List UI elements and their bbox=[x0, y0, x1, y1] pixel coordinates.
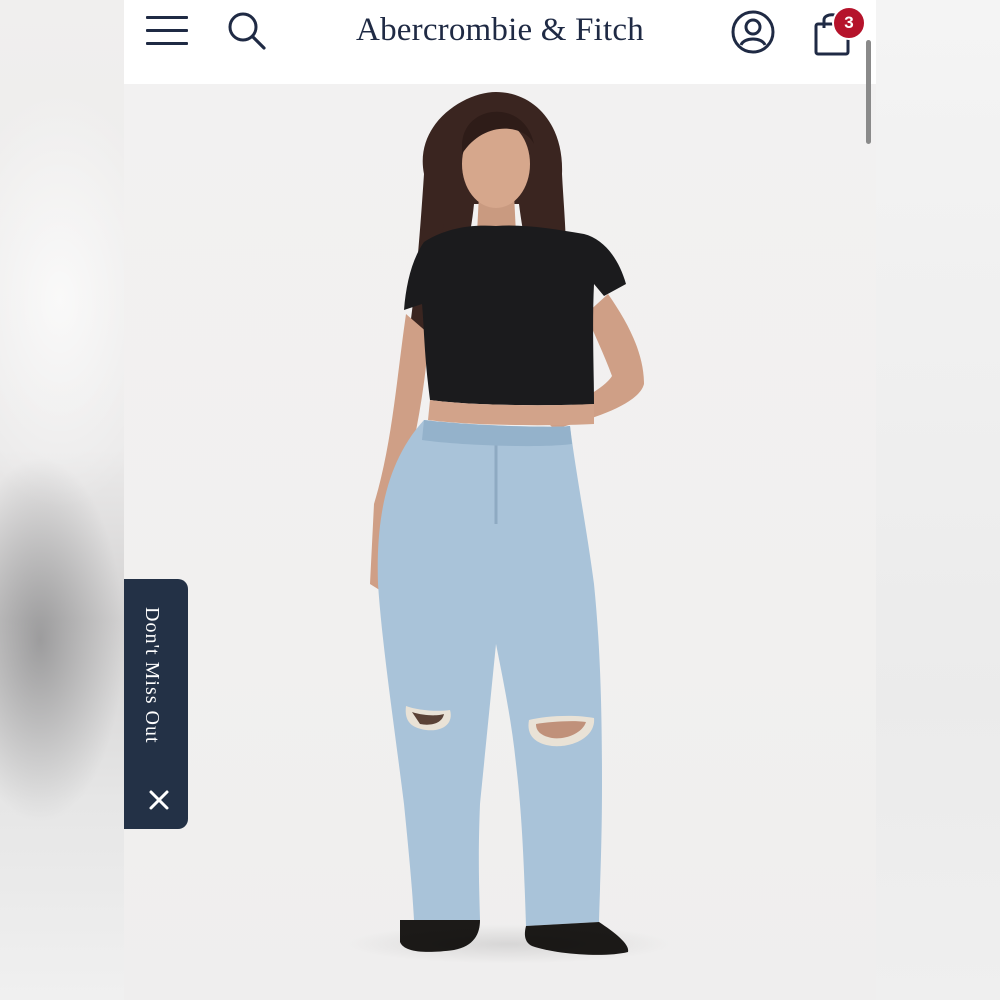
scrollbar[interactable] bbox=[866, 40, 871, 144]
dont-miss-out-tab[interactable]: Don't Miss Out bbox=[124, 579, 188, 829]
cart-count-badge[interactable]: 3 bbox=[832, 6, 866, 40]
product-photo[interactable] bbox=[124, 84, 876, 1000]
account-icon[interactable] bbox=[730, 9, 776, 55]
site-header: Abercrombie & Fitch 3 bbox=[124, 0, 876, 144]
mobile-screen: Abercrombie & Fitch 3 Don't Miss Out bbox=[124, 0, 876, 1000]
blurred-backdrop-right bbox=[876, 0, 1000, 1000]
close-icon[interactable] bbox=[148, 789, 170, 811]
floor-shadow bbox=[344, 924, 674, 964]
dont-miss-out-label: Don't Miss Out bbox=[141, 607, 163, 744]
blurred-backdrop-left bbox=[0, 0, 124, 1000]
model-illustration bbox=[370, 92, 644, 955]
